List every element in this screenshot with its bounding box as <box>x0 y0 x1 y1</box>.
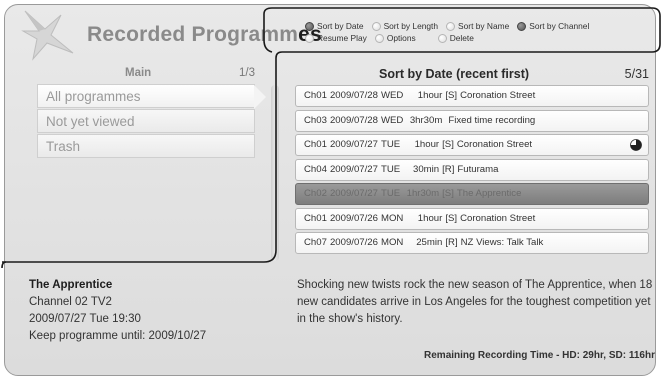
menu-item-not-yet-viewed[interactable]: Not yet viewed <box>37 109 255 133</box>
programme-row-selected[interactable]: Ch02 2009/07/27 TUE 1hr30m [S] The Apprentice <box>295 183 649 205</box>
folder-menu: All programmes Not yet viewed Trash <box>37 84 266 159</box>
list-counter: 5/31 <box>624 67 649 81</box>
programme-row[interactable]: Ch01 2009/07/27 TUE 1hour [S] Coronation Stre… <box>295 134 649 156</box>
green-button-icon <box>371 21 381 31</box>
delete-button-icon <box>437 33 447 43</box>
sort-title: Sort by Date (recent first) <box>379 67 530 81</box>
programme-row[interactable]: Ch07 2009/07/26 MON 25min [R] NZ Views: Talk … <box>295 232 649 254</box>
programme-row[interactable]: Ch01 2009/07/26 MON 1hour [S] Coronation Stre… <box>295 207 649 230</box>
menu-item-trash[interactable]: Trash <box>37 134 255 158</box>
remaining-recording-time: Remaining Recording Time - HD: 29hr, SD:… <box>424 350 655 361</box>
programme-description: Shocking new twists rock the new season … <box>297 279 653 325</box>
red-button-icon <box>305 21 314 31</box>
sort-by-date-hint[interactable]: Sort by Date <box>305 20 364 32</box>
programme-datetime: 2009/07/27 Tue 19:30 <box>29 313 141 325</box>
programme-row[interactable]: Ch01 2009/07/28 WED 1hour [S] Coronation Stre… <box>295 85 649 107</box>
options-button-icon <box>374 33 384 43</box>
button-legend: Sort by Date Sort by Length Sort by Name… <box>305 20 655 44</box>
list-header: Sort by Date (recent first) 5/31 <box>297 67 649 83</box>
page-title: Recorded Programmes <box>87 23 322 46</box>
menu-header: Main 1/3 <box>35 67 255 83</box>
programme-details: The Apprentice Channel 02 TV2 2009/07/27… <box>29 277 269 345</box>
options-hint[interactable]: Options <box>374 32 416 44</box>
programme-row[interactable]: Ch04 2009/07/27 TUE 30min [R] Futurama <box>295 158 649 181</box>
yellow-button-icon <box>446 21 456 31</box>
resume-play-hint[interactable]: Resume Play <box>305 32 367 44</box>
programme-channel: Channel 02 TV2 <box>29 296 112 308</box>
list-scrollbar[interactable] <box>271 85 279 261</box>
recorded-programmes-screen: Recorded Programmes Sort by Date Sort by… <box>4 4 656 376</box>
menu-title: Main <box>125 67 152 79</box>
partially-watched-icon <box>630 139 642 151</box>
programme-name: The Apprentice <box>29 279 113 291</box>
logo-icon <box>21 10 74 61</box>
keep-until: Keep programme until: 2009/10/27 <box>29 330 207 342</box>
programme-list: Ch01 2009/07/28 WED 1hour [S] Coronation Stre… <box>295 85 649 257</box>
programme-row[interactable]: Ch03 2009/07/28 WED 3hr30m Fixed time record… <box>295 109 649 132</box>
menu-item-all-programmes[interactable]: All programmes <box>37 84 266 109</box>
play-button-icon <box>305 33 314 43</box>
blue-button-icon <box>517 21 527 31</box>
sort-by-name-hint[interactable]: Sort by Name <box>446 20 509 32</box>
menu-counter: 1/3 <box>239 67 255 79</box>
sort-by-length-hint[interactable]: Sort by Length <box>371 20 438 32</box>
delete-hint[interactable]: Delete <box>437 32 474 44</box>
sort-by-channel-hint[interactable]: Sort by Channel <box>517 20 589 32</box>
